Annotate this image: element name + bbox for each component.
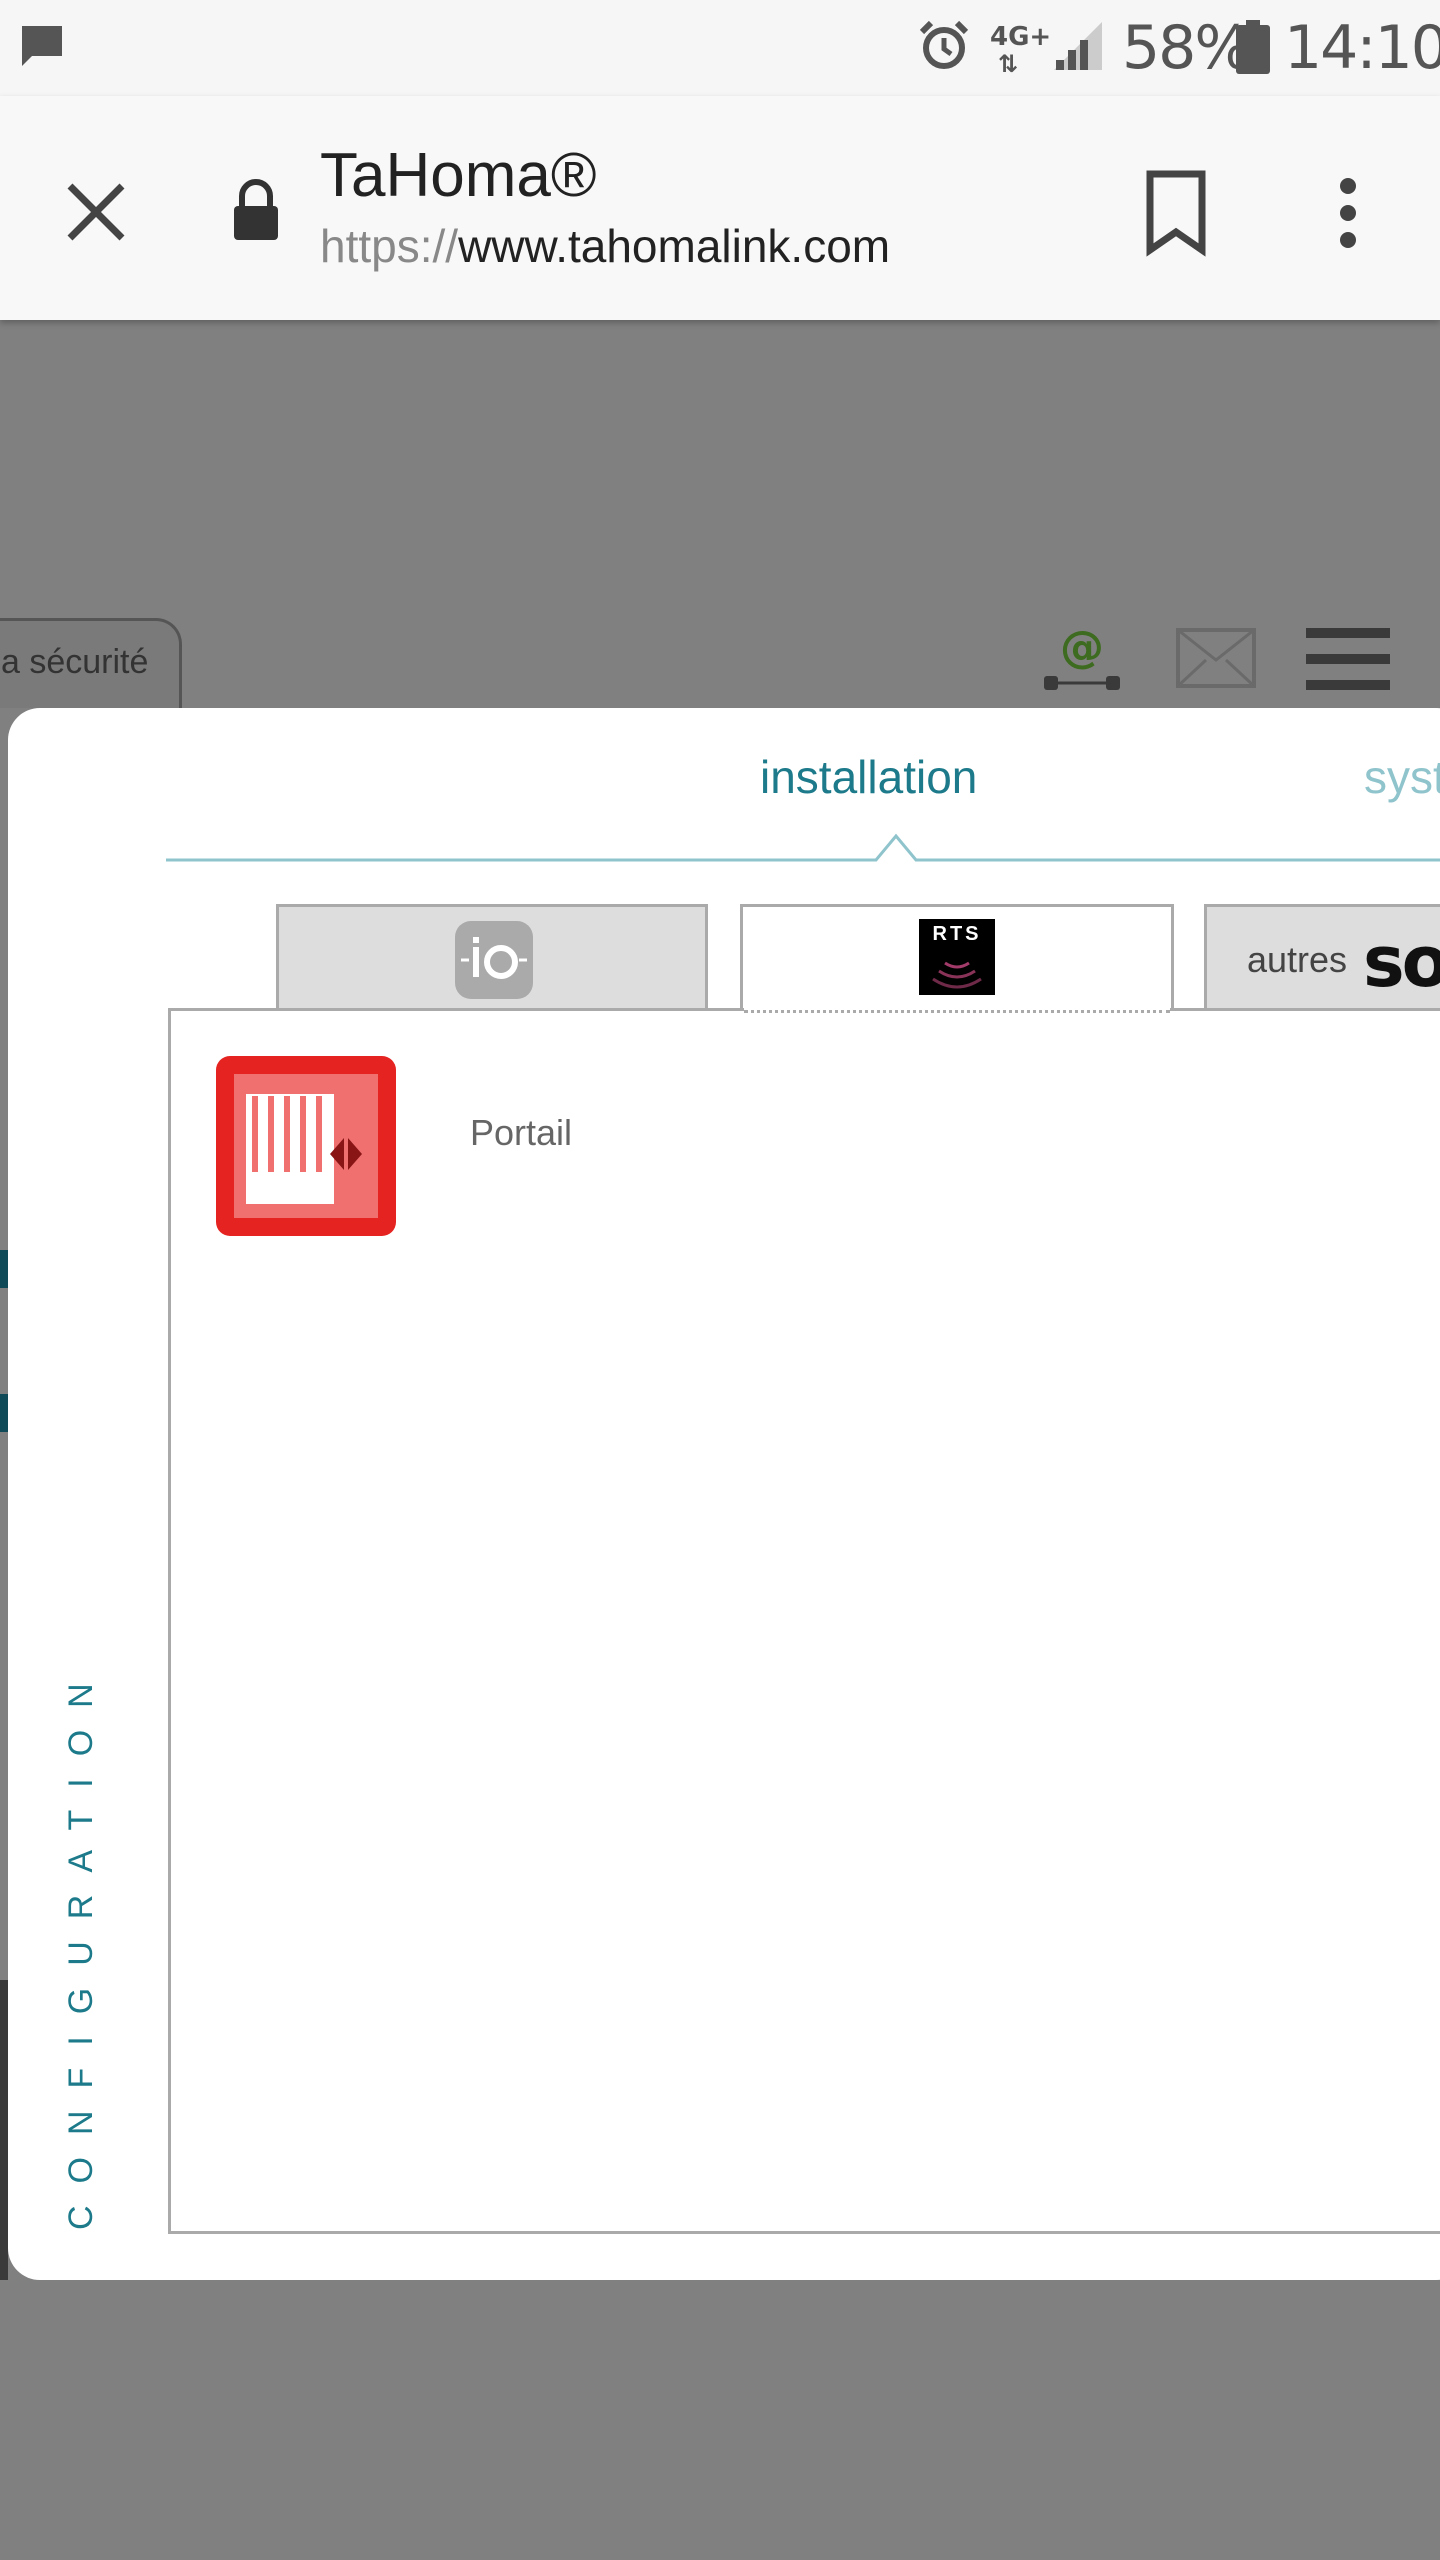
hamburger-menu-icon — [1306, 626, 1390, 692]
background-strip — [0, 1250, 8, 1288]
protocol-tab-rts[interactable]: RTS — [740, 904, 1174, 1014]
protocol-other-label: autres — [1247, 939, 1348, 980]
bookmark-icon — [1146, 170, 1206, 257]
background-tab-security: a sécurité — [0, 618, 182, 708]
battery-icon — [1236, 20, 1270, 74]
browser-toolbar: TaHoma® https://www.tahomalink.com — [0, 96, 1440, 320]
signal-strength-icon — [1052, 20, 1104, 72]
gate-icon[interactable] — [216, 1056, 396, 1236]
bookmark-button[interactable] — [1140, 168, 1212, 258]
page-title: TaHoma® — [320, 141, 597, 210]
connection-at-icon: @ — [1040, 622, 1124, 694]
clock: 14:10 — [1284, 13, 1440, 83]
close-tab-button[interactable] — [60, 176, 132, 248]
active-tab-divider — [744, 1007, 1170, 1013]
background-strip — [0, 1394, 8, 1432]
more-vert-icon — [1340, 178, 1356, 248]
status-bar: 4G+ ⇅ 58% 14:10 — [0, 0, 1440, 96]
protocol-tab-other[interactable]: autres so — [1204, 904, 1440, 1010]
mail-icon — [1176, 628, 1256, 688]
background-dark-block — [0, 1980, 8, 2280]
close-icon — [67, 183, 125, 241]
tab-system[interactable]: syst — [1364, 750, 1440, 804]
url-display[interactable]: https://www.tahomalink.com — [320, 218, 890, 274]
url-host: www.tahomalink.com — [458, 220, 891, 272]
protocol-tab-io[interactable] — [276, 904, 708, 1010]
rts-logo-icon: RTS — [919, 919, 995, 995]
network-type-indicator: 4G+ ⇅ — [990, 22, 1052, 78]
url-scheme: https:// — [320, 220, 459, 272]
configuration-side-label: CONFIGURATION — [62, 1661, 100, 2230]
background-tab-label: a sécurité — [1, 643, 149, 681]
alarm-icon — [918, 20, 970, 72]
io-logo-icon — [455, 921, 533, 999]
svg-text:@: @ — [1060, 622, 1104, 673]
chat-notification-icon — [18, 22, 66, 70]
somfy-logo: so — [1363, 921, 1440, 1003]
tab-installation[interactable]: installation — [760, 750, 977, 804]
device-label[interactable]: Portail — [470, 1112, 572, 1154]
lock-icon[interactable] — [230, 178, 282, 242]
tab-indicator-line — [166, 833, 1440, 862]
battery-percentage: 58% — [1122, 13, 1251, 83]
overflow-menu-button[interactable] — [1320, 168, 1376, 258]
